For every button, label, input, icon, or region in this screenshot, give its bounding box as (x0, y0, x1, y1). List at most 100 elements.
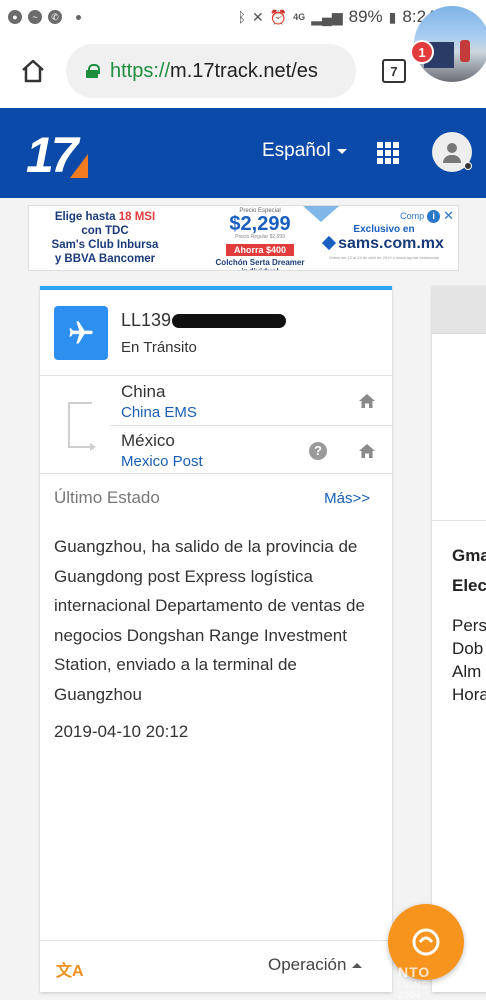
grid-dot-icon (377, 150, 383, 156)
operation-button[interactable]: Operación (268, 955, 363, 975)
user-icon (447, 143, 457, 153)
ad-price-block: Precio Especial $2,299 Precio Regular $2… (205, 208, 315, 270)
grid-dot-icon (393, 158, 399, 164)
route-divider (110, 425, 392, 426)
ad-line1-highlight: 18 MSI (118, 211, 156, 223)
ad-chevron-icon (303, 206, 339, 222)
notification-icons: ● ~ ✆ (8, 10, 81, 24)
alarm-icon: ⏰ (269, 8, 288, 25)
ad-line2: con TDC (81, 225, 129, 237)
ad-savings: Ahorra $400 (225, 244, 295, 256)
chat-icon (412, 928, 440, 956)
grid-dot-icon (377, 158, 383, 164)
messenger-icon: ~ (28, 10, 42, 24)
chevron-down-icon (336, 148, 347, 154)
close-icon[interactable]: ✕ (443, 208, 454, 224)
redaction-mark (172, 314, 287, 329)
grid-dot-icon (393, 142, 399, 148)
ad-line4: y BBVA Bancomer (54, 253, 156, 265)
ad-domain: sams.com.mx (338, 235, 444, 252)
second-card-line2: Elec (452, 576, 486, 595)
logo-accent-icon (70, 154, 88, 178)
dest-home-icon[interactable] (358, 443, 376, 459)
ad-line1: Elige hasta (54, 211, 116, 223)
grid-dot-icon (385, 142, 391, 148)
home-button[interactable] (16, 54, 50, 88)
grid-dot-icon (385, 150, 391, 156)
url-field[interactable]: https:// m.17track.net/es (66, 44, 356, 98)
second-card-line5: Alm (452, 662, 482, 681)
tab-switcher-button[interactable]: 7 (382, 59, 406, 83)
app-notification-icon: ● (8, 10, 22, 24)
tracking-card: LL139 En Tránsito China China EMS México… (40, 286, 392, 992)
lock-icon (86, 64, 100, 78)
url-scheme: https:// (110, 59, 171, 82)
origin-country: China (121, 382, 166, 401)
watermark-line3: 2004 (398, 990, 423, 1000)
photo-person (460, 40, 470, 62)
ad-fine-print: Válido del 12 al 24 de abril de 2019 o h… (328, 255, 440, 260)
second-card-divider (432, 520, 486, 521)
dest-country: México (121, 431, 175, 450)
grid-dot-icon (393, 150, 399, 156)
latest-status-label: Último Estado (54, 488, 160, 507)
more-link[interactable]: Más>> (324, 490, 370, 507)
whatsapp-icon: ✆ (48, 10, 62, 24)
tracking-number[interactable]: LL139 (121, 310, 287, 331)
second-card-line3: Pers (452, 616, 486, 635)
bluetooth-icon: ᛒ (237, 9, 246, 25)
second-card-line6: Hora (452, 685, 486, 704)
card-footer: 文A Operación (40, 940, 392, 992)
ad-promo-text: Elige hasta 18 MSI con TDC Sam's Club In… (37, 210, 173, 266)
latest-status-time: 2019-04-10 20:12 (54, 722, 189, 741)
apps-grid-button[interactable] (377, 142, 399, 164)
route-section: China China EMS México Mexico Post ? (40, 376, 392, 474)
user-icon-body (443, 155, 461, 163)
ad-banner[interactable]: Elige hasta 18 MSI con TDC Sam's Club In… (28, 205, 459, 271)
latest-status-text: Guangzhou, ha salido de la provincia de … (54, 537, 365, 704)
language-label: Español (262, 140, 331, 161)
url-host: m.17track.net/es (170, 59, 318, 82)
ad-item: Colchón Serta Dreamer individual (215, 258, 305, 270)
language-selector[interactable]: Español (262, 140, 347, 162)
battery-icon: ▮ (388, 8, 397, 25)
tracking-header: LL139 En Tránsito (40, 290, 392, 376)
ad-exclusive: Exclusivo en (353, 224, 415, 235)
ad-store-block: Exclusivo en sams.com.mx Válido del 12 a… (314, 224, 454, 260)
watermark-line2: LVING (398, 980, 430, 990)
tracking-status: En Tránsito (121, 339, 197, 356)
user-account-button[interactable] (432, 132, 472, 172)
grid-dot-icon (377, 142, 383, 148)
battery-level: 89% (348, 7, 383, 26)
network-type: 4G (293, 12, 306, 22)
tracking-number-text: LL139 (121, 310, 172, 330)
info-icon[interactable]: i (427, 209, 441, 223)
dest-carrier-link[interactable]: Mexico Post (121, 453, 203, 470)
ad-choices-label: Comp (400, 211, 425, 221)
origin-home-icon[interactable] (358, 393, 376, 409)
origin-carrier-link[interactable]: China EMS (121, 404, 197, 421)
app-header: 17 Español (0, 108, 486, 198)
logo[interactable]: 17 (26, 130, 79, 180)
home-icon (22, 59, 44, 83)
latest-status-header: Último Estado Más>> (40, 474, 392, 514)
mute-icon: ✕ (252, 8, 264, 25)
sams-logo-icon (322, 235, 337, 251)
second-tracking-card[interactable]: Gma Elec Pers Dob Alm Hora (432, 286, 486, 992)
ad-choices[interactable]: Comp i ✕ (400, 208, 454, 224)
route-connector (68, 402, 70, 448)
more-notifications-icon (76, 14, 81, 20)
help-icon[interactable]: ? (309, 442, 327, 460)
grid-dot-icon (385, 158, 391, 164)
watermark: NTO LVING 2004 (398, 964, 430, 1000)
ad-price-regular: Precio Regular $2,699 (235, 234, 285, 240)
status-dot-icon (464, 162, 472, 170)
watermark-line1: NTO (398, 964, 431, 980)
ad-line3: Sam's Club Inbursa (51, 239, 159, 251)
ad-price: $2,299 (229, 213, 291, 235)
operation-label: Operación (268, 955, 347, 974)
second-card-header (432, 286, 486, 334)
airplane-icon (54, 306, 108, 360)
second-card-line4: Dob (452, 639, 484, 658)
translate-icon[interactable]: 文A (56, 957, 84, 981)
